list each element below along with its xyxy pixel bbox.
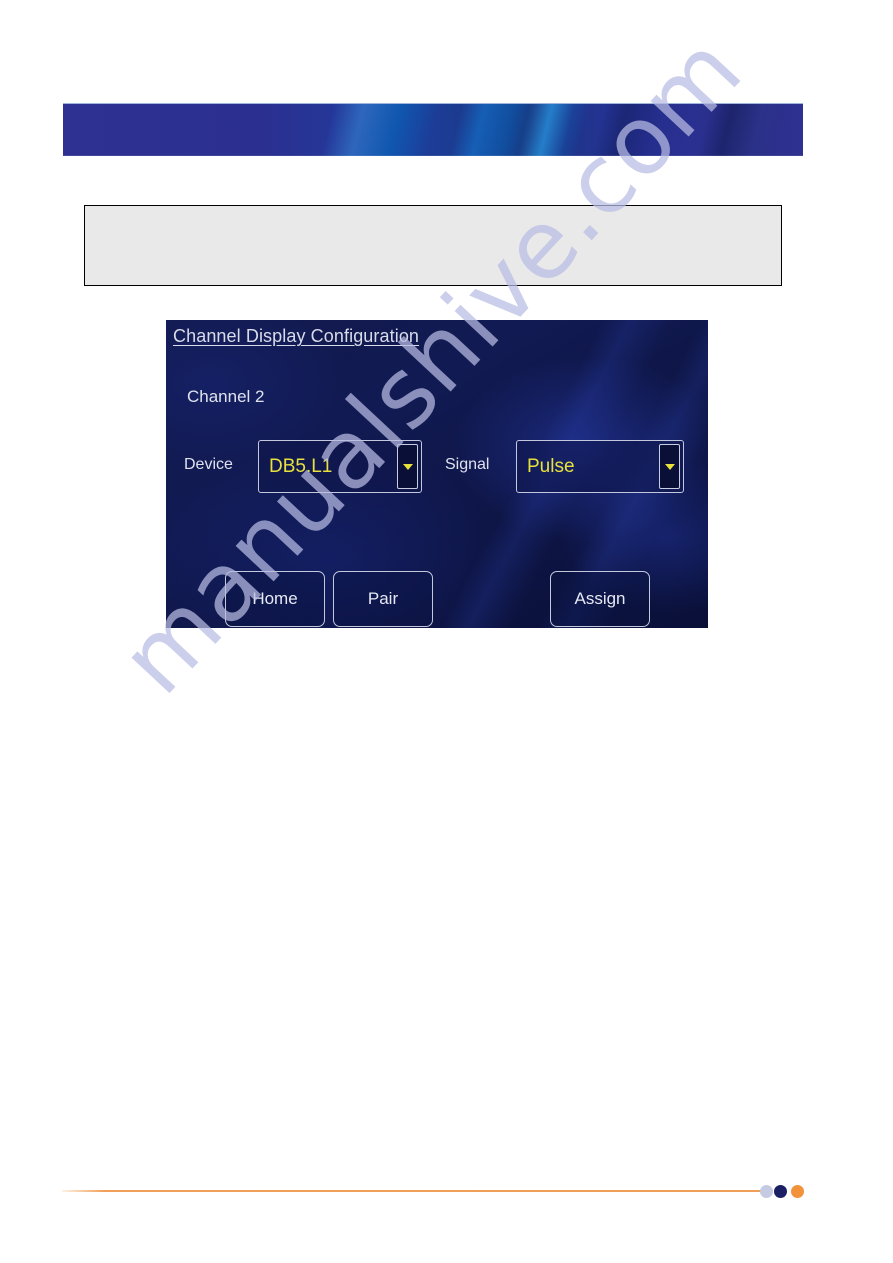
footer-rule <box>62 1190 765 1192</box>
chevron-down-icon[interactable] <box>397 444 418 489</box>
watermark: manualshive.com <box>0 0 893 1263</box>
header-banner <box>63 103 803 156</box>
signal-field-label: Signal <box>445 456 490 473</box>
footer-dot-orange <box>791 1185 804 1198</box>
note-box <box>84 205 782 286</box>
signal-dropdown[interactable]: Pulse <box>516 440 684 493</box>
assign-button[interactable]: Assign <box>550 571 650 627</box>
device-dropdown-value: DB5.L1 <box>269 455 333 477</box>
pair-button[interactable]: Pair <box>333 571 433 627</box>
channel-label: Channel 2 <box>187 387 265 406</box>
touch-screen-panel: Channel Display Configuration Channel 2 … <box>166 320 708 628</box>
page-root: Channel Display Configuration Channel 2 … <box>0 0 893 1263</box>
device-dropdown[interactable]: DB5.L1 <box>258 440 422 493</box>
home-button[interactable]: Home <box>225 571 325 627</box>
panel-content: Channel Display Configuration Channel 2 … <box>166 320 708 628</box>
signal-dropdown-value: Pulse <box>527 455 575 477</box>
footer-dot-navy <box>774 1185 787 1198</box>
chevron-down-glyph <box>664 463 675 470</box>
chevron-down-glyph <box>402 463 413 470</box>
panel-title: Channel Display Configuration <box>173 326 420 346</box>
chevron-down-icon[interactable] <box>659 444 680 489</box>
footer-dot-light <box>760 1185 773 1198</box>
device-field-label: Device <box>184 456 233 473</box>
